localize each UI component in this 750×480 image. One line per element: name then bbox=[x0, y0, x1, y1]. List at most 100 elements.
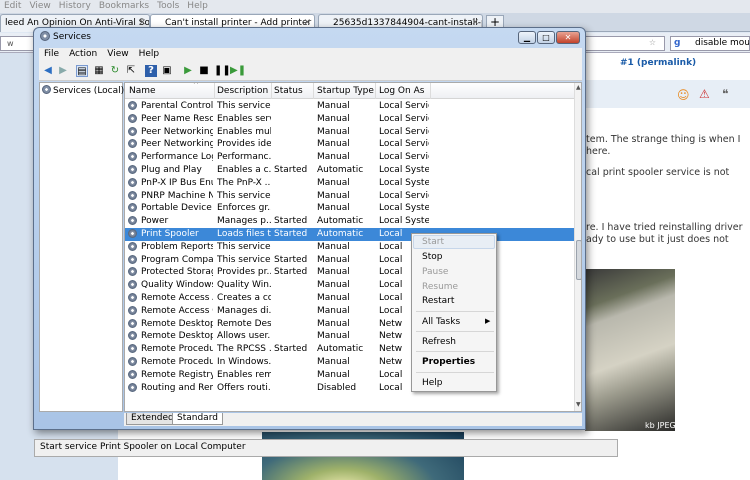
table-row[interactable]: PNRP Machine Na... This service ... Manual… bbox=[125, 190, 574, 203]
column-log-on-as[interactable]: Log On As bbox=[379, 86, 424, 96]
menu-item-help[interactable]: Help bbox=[422, 378, 443, 388]
menu-item-resume[interactable]: Resume bbox=[422, 282, 458, 292]
permalink-link[interactable]: #1 (permalink) bbox=[620, 58, 696, 68]
table-row[interactable]: Peer Networking ... Enables mul... Manual L… bbox=[125, 126, 574, 139]
cell-desc: Quality Win... bbox=[217, 280, 271, 291]
restart-service-icon[interactable]: ▶❚ bbox=[230, 65, 246, 77]
table-row[interactable]: Peer Networking I... Provides ide... Manua… bbox=[125, 138, 574, 151]
start-service-icon[interactable]: ▶ bbox=[182, 65, 194, 77]
cell-startup: Manual bbox=[317, 305, 350, 316]
menu-bookmarks[interactable]: Bookmarks bbox=[95, 0, 153, 11]
scroll-down-icon[interactable]: ▼ bbox=[576, 401, 581, 408]
cell-name: Problem Reports a... bbox=[141, 241, 213, 252]
table-row[interactable]: Plug and Play Enables a c...Started Automa… bbox=[125, 164, 574, 177]
table-row[interactable]: Program Compati... This service ...Starte… bbox=[125, 254, 574, 267]
column-startup-type[interactable]: Startup Type bbox=[317, 86, 374, 96]
column-name[interactable]: Name bbox=[129, 86, 156, 96]
table-row[interactable]: Print Spooler Loads files t...Started Auto… bbox=[125, 228, 574, 241]
sort-arrow-icon: ^ bbox=[193, 82, 199, 89]
properties-icon[interactable]: ▣ bbox=[161, 65, 173, 77]
google-icon: g bbox=[674, 38, 681, 48]
table-row[interactable]: Remote Desktop S...Allows user...ManualN… bbox=[125, 330, 574, 343]
menu-history[interactable]: History bbox=[55, 0, 95, 11]
reputation-icon[interactable]: ☺ bbox=[677, 88, 690, 102]
column-divider[interactable] bbox=[375, 83, 376, 99]
menu-item-restart[interactable]: Restart bbox=[422, 296, 454, 306]
table-row[interactable]: Problem Reports a... This service ... Manu… bbox=[125, 241, 574, 254]
service-gear-icon bbox=[128, 254, 137, 264]
maximize-button[interactable]: □ bbox=[537, 31, 555, 44]
cell-startup: Automatic bbox=[317, 229, 364, 239]
help-icon[interactable]: ? bbox=[145, 65, 157, 77]
attachment-image[interactable] bbox=[585, 269, 675, 431]
window-menubar: File Action View Help bbox=[39, 48, 582, 61]
table-row[interactable]: Remote Desktop ...Remote Des...ManualNet… bbox=[125, 318, 574, 331]
cell-logon: Local Service bbox=[379, 101, 429, 111]
table-row[interactable]: PnP-X IP Bus Enu... The PnP-X ... Manual Lo… bbox=[125, 177, 574, 190]
star-icon[interactable]: ☆ bbox=[649, 38, 656, 47]
vertical-scrollbar[interactable]: ▲ ▼ bbox=[574, 83, 581, 411]
column-divider[interactable] bbox=[271, 83, 272, 99]
tab-extended[interactable]: Extended bbox=[126, 413, 179, 425]
cell-desc: Allows user... bbox=[217, 331, 271, 342]
column-divider[interactable] bbox=[313, 83, 314, 99]
table-row[interactable]: Power Manages p... Started Automatic Local S… bbox=[125, 215, 574, 228]
table-row[interactable]: Remote Access A...Creates a co...ManualL… bbox=[125, 292, 574, 305]
menu-edit[interactable]: Edit bbox=[0, 0, 25, 11]
table-row[interactable]: Protected Storage Provides pr...Started Ma… bbox=[125, 266, 574, 279]
table-row[interactable]: Quality Windows ...Quality Win...ManualL… bbox=[125, 279, 574, 292]
menu-item-start[interactable]: Start bbox=[422, 237, 444, 247]
table-row[interactable]: Remote Access C...Manages di...ManualLoc… bbox=[125, 305, 574, 318]
menu-view[interactable]: View bbox=[102, 48, 133, 59]
table-row[interactable]: Routing and Rem... Offers routi... Disable… bbox=[125, 382, 574, 395]
export-list-icon[interactable]: ⇱ bbox=[125, 65, 137, 77]
table-row[interactable]: Performance Logs... Performanc... Manual Lo… bbox=[125, 151, 574, 164]
stop-service-icon[interactable]: ■ bbox=[198, 65, 210, 77]
cell-startup: Manual bbox=[317, 280, 350, 291]
menu-item-all-tasks[interactable]: All Tasks bbox=[422, 317, 460, 327]
column-divider[interactable] bbox=[430, 83, 431, 99]
forward-icon[interactable]: ▶ bbox=[57, 65, 69, 77]
table-row[interactable]: Peer Name Resolu... Enables serv... Manual… bbox=[125, 113, 574, 126]
window-toolbar: ◀ ▶ ▤ ▦ ↻ ⇱ ? ▣ ▶ ■ ❚❚ ▶❚ bbox=[39, 61, 582, 81]
column-status[interactable]: Status bbox=[274, 86, 303, 96]
scrollbar-thumb[interactable] bbox=[576, 240, 581, 280]
back-icon[interactable]: ◀ bbox=[42, 65, 54, 77]
table-row[interactable]: Remote RegistryEnables rem...ManualLocal bbox=[125, 369, 574, 382]
tab-standard[interactable]: Standard bbox=[172, 413, 223, 425]
scroll-up-icon[interactable]: ▲ bbox=[576, 84, 581, 91]
cell-startup: Disabled bbox=[317, 382, 357, 393]
cell-status: Started bbox=[274, 229, 308, 239]
menu-item-stop[interactable]: Stop bbox=[422, 252, 442, 262]
show-hide-tree-icon[interactable]: ▤ bbox=[76, 65, 88, 77]
menu-file[interactable]: File bbox=[39, 48, 64, 59]
services-window: Services ▁ □ ✕ File Action View Help ◀ ▶ ▤ … bbox=[33, 27, 618, 457]
cell-startup: Manual bbox=[317, 190, 350, 201]
menu-item-properties[interactable]: Properties bbox=[422, 357, 475, 367]
table-row[interactable]: Portable Device E... Enforces gr... Manual… bbox=[125, 202, 574, 215]
search-input[interactable]: g disable mouse a bbox=[670, 36, 750, 51]
menu-item-refresh[interactable]: Refresh bbox=[422, 337, 456, 347]
menu-view[interactable]: View bbox=[25, 0, 54, 11]
tree-item-services-local[interactable]: Services (Local) bbox=[42, 85, 124, 96]
menu-action[interactable]: Action bbox=[64, 48, 102, 59]
service-gear-icon bbox=[128, 369, 137, 379]
column-description[interactable]: Description bbox=[217, 86, 268, 96]
column-divider[interactable] bbox=[214, 83, 215, 99]
pause-service-icon[interactable]: ❚❚ bbox=[214, 65, 231, 77]
table-row[interactable]: Parental Controls This service ... Manual L… bbox=[125, 100, 574, 113]
refresh-icon[interactable]: ↻ bbox=[109, 65, 121, 77]
minimize-button[interactable]: ▁ bbox=[518, 31, 536, 44]
menu-help[interactable]: Help bbox=[183, 0, 212, 11]
list-view-icon[interactable]: ▦ bbox=[93, 65, 105, 77]
quote-icon[interactable]: ❝ bbox=[722, 87, 728, 101]
menu-tools[interactable]: Tools bbox=[153, 0, 183, 11]
report-icon[interactable]: ⚠ bbox=[699, 87, 710, 101]
close-button[interactable]: ✕ bbox=[556, 31, 580, 44]
cell-name: PnP-X IP Bus Enu... bbox=[141, 177, 213, 188]
menu-help[interactable]: Help bbox=[134, 48, 165, 59]
table-row[interactable]: Remote Procedur...In Windows...ManualNet… bbox=[125, 356, 574, 369]
table-row[interactable]: Remote Procedur... The RPCSS ...Started Au… bbox=[125, 343, 574, 356]
service-gear-icon bbox=[128, 152, 137, 162]
menu-item-pause[interactable]: Pause bbox=[422, 267, 448, 277]
